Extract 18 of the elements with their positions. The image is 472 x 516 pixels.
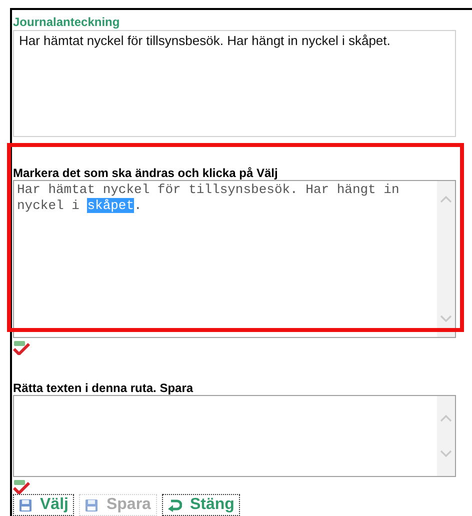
- text-body: Har hämtat nyckel för tillsynsbesök. Har hängt in nyckel i skåpet.: [16, 181, 400, 214]
- scroll-down-icon[interactable]: [440, 450, 452, 458]
- scroll-up-icon[interactable]: [440, 414, 452, 422]
- scroll-up-icon[interactable]: [440, 195, 452, 203]
- section-label: Markera det som ska ändras och klicka på Välj: [13, 166, 278, 180]
- section-label: Journalanteckning: [13, 15, 120, 29]
- selection-text-area[interactable]: Har hämtat nyckel för tillsynsbesök. Har hängt in nyckel i skåpet.: [13, 180, 456, 338]
- section-label: Rätta texten i denna ruta. Spara: [13, 381, 194, 395]
- scroll-down-icon[interactable]: [440, 315, 452, 323]
- journal-text-area[interactable]: Har hämtat nyckel för tillsynsbesök. Har hängt in nyckel i skåpet.: [13, 30, 456, 137]
- toolbar-button[interactable]: Välj: [13, 494, 74, 516]
- floppy-icon: [85, 498, 98, 512]
- toolbar-button[interactable]: Stäng: [162, 494, 240, 516]
- spellcheck-icon[interactable]: [13, 480, 30, 494]
- correction-text-area[interactable]: [13, 395, 456, 477]
- spellcheck-icon[interactable]: [13, 341, 30, 355]
- return-arrow-icon: [168, 498, 182, 512]
- floppy-icon: [19, 498, 32, 512]
